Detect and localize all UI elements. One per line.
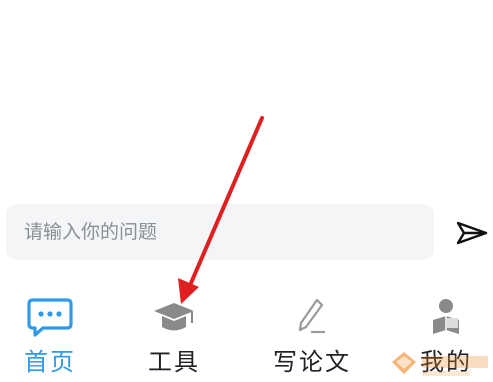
tab-write-paper[interactable]: 写论文 [262, 290, 362, 382]
tab-write-paper-label: 写论文 [273, 348, 351, 376]
send-button[interactable] [452, 213, 492, 253]
pen-icon [298, 298, 325, 334]
tab-home[interactable]: 首页 [0, 290, 100, 382]
question-input[interactable] [22, 203, 434, 261]
tab-tools[interactable]: 工具 [124, 290, 224, 382]
graduation-cap-icon [154, 303, 194, 331]
tab-home-label: 首页 [24, 348, 76, 376]
user-reading-icon [433, 299, 459, 334]
tab-tools-label: 工具 [148, 348, 200, 376]
paper-plane-icon [456, 221, 488, 245]
question-input-container [6, 203, 434, 261]
chat-bubble-icon [27, 298, 73, 337]
watermark-logo [392, 352, 488, 376]
